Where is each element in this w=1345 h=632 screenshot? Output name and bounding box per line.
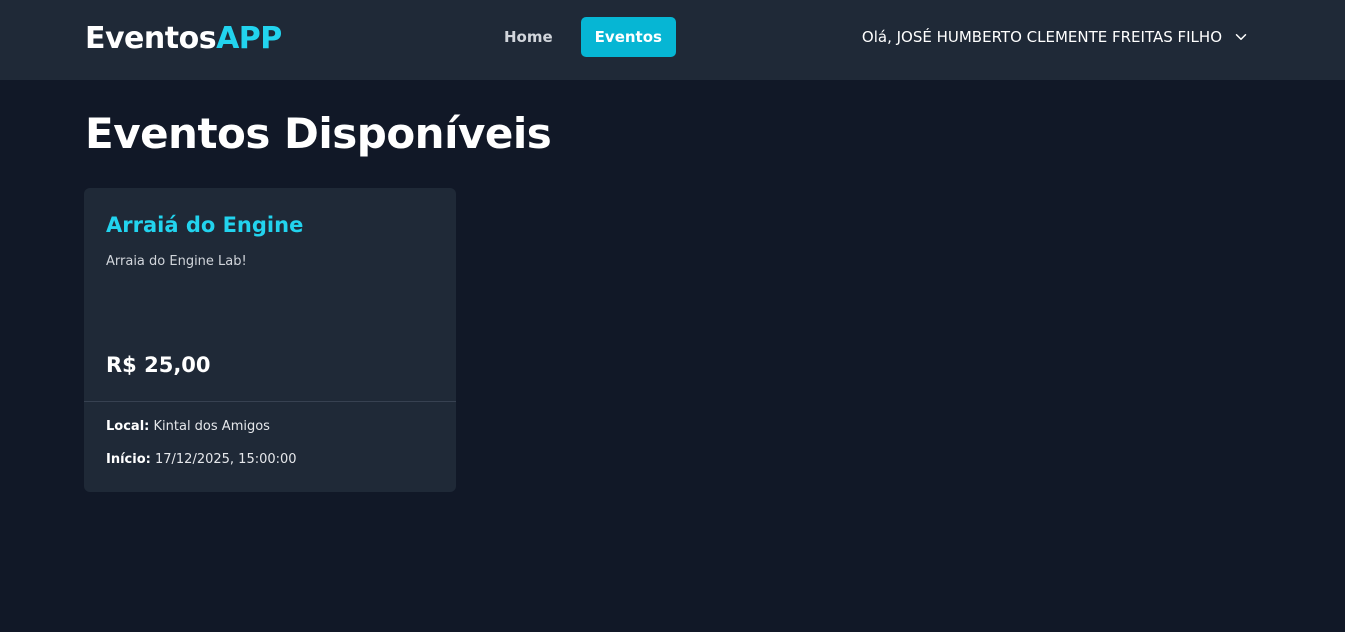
event-card[interactable]: Arraiá do Engine Arraia do Engine Lab! R… <box>84 188 456 492</box>
event-start: Início: 17/12/2025, 15:00:00 <box>106 451 297 469</box>
card-divider <box>84 401 456 402</box>
brand-name-part2: APP <box>216 21 282 56</box>
event-location-label: Local: <box>106 419 150 434</box>
chevron-down-icon <box>1235 34 1247 40</box>
page-title: Eventos Disponíveis <box>85 109 552 158</box>
user-menu-toggle[interactable]: Olá, JOSÉ HUMBERTO CLEMENTE FREITAS FILH… <box>862 17 1250 57</box>
nav-eventos-link[interactable]: Eventos <box>580 17 676 57</box>
navbar: EventosAPP Home Eventos Olá, JOSÉ HUMBER… <box>0 0 1345 80</box>
event-description: Arraia do Engine Lab! <box>106 254 247 269</box>
event-start-value: 17/12/2025, 15:00:00 <box>154 452 297 467</box>
event-price: R$ 25,00 <box>106 353 211 377</box>
user-greeting: Olá, JOSÉ HUMBERTO CLEMENTE FREITAS FILH… <box>861 28 1222 46</box>
event-title: Arraiá do Engine <box>106 213 304 237</box>
event-location: Local: Kintal dos Amigos <box>106 418 270 436</box>
event-start-label: Início: <box>106 452 151 467</box>
brand-logo[interactable]: EventosAPP <box>85 19 282 59</box>
main-nav: Home Eventos <box>490 17 676 57</box>
nav-home-link[interactable]: Home <box>490 17 567 57</box>
brand-name-part1: Eventos <box>85 21 217 56</box>
event-location-value: Kintal dos Amigos <box>153 419 270 434</box>
